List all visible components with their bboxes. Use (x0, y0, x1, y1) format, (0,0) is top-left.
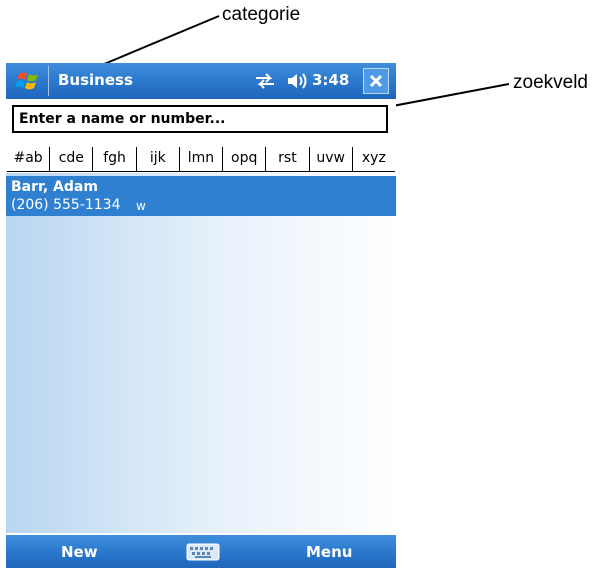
windows-start-icon (16, 72, 38, 90)
contact-phone-type: w (136, 199, 146, 213)
title-bar: Business 3:48 (6, 63, 396, 99)
tab-xyz[interactable]: xyz (353, 147, 395, 171)
contact-phone: (206) 555-1134 (11, 197, 121, 213)
pocketpc-contacts-window: Business 3:48 Enter a name or number... … (6, 63, 396, 568)
sync-icon[interactable] (254, 72, 276, 90)
list-item[interactable]: Barr, Adam (206) 555-1134 w (6, 176, 396, 216)
tab-ijk[interactable]: ijk (137, 147, 180, 171)
speaker-icon[interactable] (286, 71, 308, 91)
alphabet-tabs: #ab cde fgh ijk lmn opq rst uvw xyz (7, 147, 395, 172)
tab-cde[interactable]: cde (50, 147, 94, 171)
tab-ab[interactable]: #ab (7, 147, 51, 171)
tab-fgh[interactable]: fgh (93, 147, 137, 171)
tab-lmn[interactable]: lmn (180, 147, 224, 171)
close-button[interactable] (363, 68, 389, 94)
new-button[interactable]: New (61, 543, 98, 561)
close-icon (369, 74, 383, 88)
start-button[interactable] (10, 66, 49, 96)
menu-button[interactable]: Menu (306, 543, 352, 561)
contact-list[interactable]: Barr, Adam (206) 555-1134 w (6, 173, 396, 533)
search-input[interactable]: Enter a name or number... (12, 105, 388, 133)
contact-name: Barr, Adam (11, 179, 98, 195)
tab-opq[interactable]: opq (223, 147, 267, 171)
tab-rst[interactable]: rst (266, 147, 310, 171)
keyboard-icon[interactable] (186, 543, 220, 561)
menu-bar: New Menu (6, 535, 396, 568)
callout-search-label: zoekveld (513, 72, 588, 93)
category-title[interactable]: Business (58, 71, 133, 89)
callout-category-label: categorie (222, 4, 301, 25)
clock[interactable]: 3:48 (312, 71, 349, 89)
tab-uvw[interactable]: uvw (310, 147, 353, 171)
